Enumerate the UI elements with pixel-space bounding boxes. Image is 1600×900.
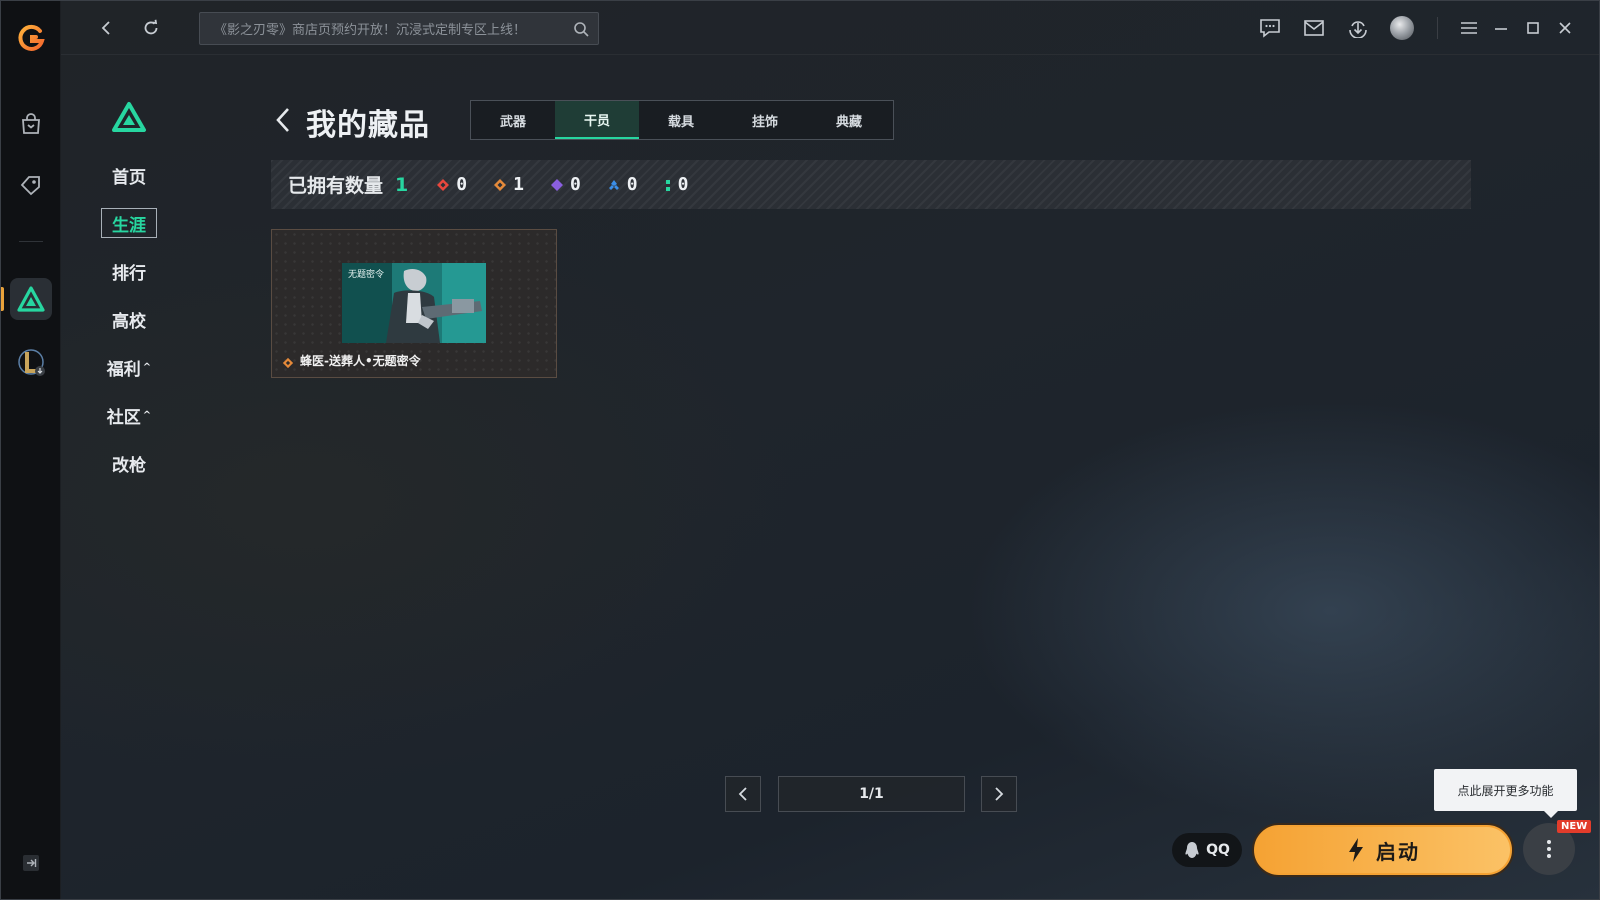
pagination-display: 1/1 — [778, 776, 965, 812]
back-icon[interactable] — [93, 14, 121, 42]
rarity-red-icon — [437, 178, 450, 191]
page-title: 我的藏品 — [306, 108, 430, 143]
rarity-green: 0 — [664, 174, 688, 195]
nav-item-ranking[interactable]: 排行 — [101, 256, 157, 286]
titlebar-divider — [1437, 17, 1438, 39]
item-name: 蜂医-送葬人•无题密令 — [300, 354, 421, 368]
app-window: 《影之刃零》商店页预约开放！沉浸式定制专区上线！ 首页 生涯 排行 高校 福利 … — [0, 0, 1600, 900]
chevron-up-icon: ^ — [142, 409, 152, 421]
new-badge: NEW — [1557, 820, 1592, 833]
left-rail — [1, 1, 61, 899]
qq-penguin-icon — [1185, 842, 1199, 858]
close-icon[interactable] — [1551, 14, 1579, 42]
tab-weapons[interactable]: 武器 — [471, 101, 555, 139]
game-subnav: 首页 生涯 排行 高校 福利 ^ 社区 ^ 改枪 — [61, 55, 261, 899]
avatar-image — [1390, 16, 1414, 40]
minimize-icon[interactable] — [1487, 14, 1515, 42]
page-back-button[interactable] — [271, 104, 295, 136]
chat-icon[interactable] — [1256, 14, 1284, 42]
launch-game-button[interactable]: 启动 — [1252, 823, 1514, 877]
mail-icon[interactable] — [1300, 14, 1328, 42]
search-icon[interactable] — [564, 12, 598, 45]
tab-operators[interactable]: 干员 — [555, 101, 639, 139]
nav-item-home[interactable]: 首页 — [101, 160, 157, 190]
nav-item-career[interactable]: 生涯 — [101, 208, 157, 238]
menu-icon[interactable] — [1455, 14, 1483, 42]
more-features-tooltip: 点此展开更多功能 — [1434, 769, 1577, 818]
nav-item-community[interactable]: 社区 ^ — [101, 400, 157, 430]
chevron-left-icon — [738, 787, 747, 801]
download-icon[interactable] — [1344, 14, 1372, 42]
search-box[interactable]: 《影之刃零》商店页预约开放！沉浸式定制专区上线！ — [199, 12, 599, 45]
game-lol-icon[interactable] — [10, 341, 52, 383]
rarity-red: 0 — [436, 174, 467, 195]
item-rarity-icon — [282, 354, 294, 373]
avatar[interactable] — [1388, 14, 1416, 42]
collection-tabs: 武器 干员 载具 挂饰 典藏 — [470, 100, 894, 140]
nav-item-gunsmith[interactable]: 改枪 — [101, 448, 157, 478]
lightning-icon — [1349, 838, 1363, 862]
nav-item-university[interactable]: 高校 — [101, 304, 157, 334]
delta-force-logo-icon — [111, 101, 147, 133]
chevron-up-icon: ^ — [142, 361, 152, 373]
app-logo-icon[interactable] — [16, 23, 46, 53]
operator-skin-image: 无题密令 — [342, 263, 486, 343]
rarity-purple-icon — [550, 178, 563, 191]
more-vertical-icon — [1547, 840, 1551, 858]
refresh-icon[interactable] — [137, 14, 165, 42]
tag-icon[interactable] — [10, 164, 52, 206]
qq-login-button[interactable]: QQ — [1172, 833, 1242, 867]
owned-count: 1 — [395, 173, 409, 196]
collection-item-card[interactable]: 无题密令 蜂医-送葬人•无题密令 — [271, 229, 557, 378]
owned-summary-bar: 已拥有数量 1 0 1 0 0 0 — [271, 160, 1471, 209]
maximize-icon[interactable] — [1519, 14, 1547, 42]
rail-divider — [19, 241, 43, 242]
rarity-purple: 0 — [550, 174, 581, 195]
svg-text:无题密令: 无题密令 — [348, 268, 384, 280]
rail-active-indicator — [1, 287, 4, 311]
pagination-next-button[interactable] — [981, 776, 1017, 812]
tab-collection[interactable]: 典藏 — [807, 101, 891, 139]
rarity-green-icon — [665, 179, 670, 191]
owned-label: 已拥有数量 — [288, 175, 384, 197]
rarity-blue-icon — [608, 179, 619, 190]
rarity-orange-icon — [494, 178, 507, 191]
store-bag-icon[interactable] — [10, 103, 52, 145]
tab-vehicles[interactable]: 载具 — [639, 101, 723, 139]
rarity-orange: 1 — [493, 174, 524, 195]
collapse-icon[interactable] — [19, 851, 43, 875]
search-input[interactable]: 《影之刃零》商店页预约开放！沉浸式定制专区上线！ — [214, 19, 564, 38]
tab-charms[interactable]: 挂饰 — [723, 101, 807, 139]
title-bar: 《影之刃零》商店页预约开放！沉浸式定制专区上线！ — [61, 1, 1599, 55]
rarity-blue: 0 — [607, 174, 638, 195]
game-delta-icon[interactable] — [10, 278, 52, 320]
chevron-right-icon — [995, 787, 1004, 801]
nav-item-welfare[interactable]: 福利 ^ — [101, 352, 157, 382]
pagination-prev-button[interactable] — [725, 776, 761, 812]
